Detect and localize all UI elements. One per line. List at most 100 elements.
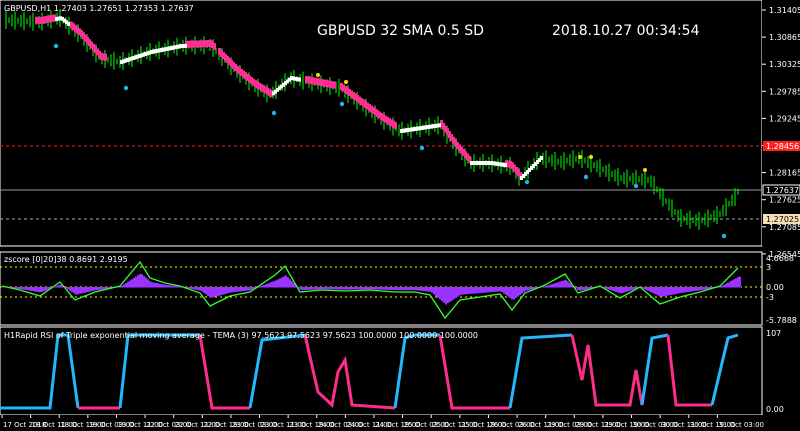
zscore-bar: [697, 287, 699, 291]
zscore-bar: [301, 287, 303, 291]
zscore-bar: [335, 287, 337, 290]
zscore-bar: [305, 287, 307, 290]
zscore-bar: [499, 287, 501, 292]
price-panel[interactable]: GBPUSD,H1 1.27403 1.27651 1.27353 1.2763…: [0, 0, 763, 247]
zscore-bar: [299, 287, 301, 290]
zscore-bar: [529, 287, 531, 290]
yellow-signal-dot: [316, 73, 320, 77]
zscore-bar: [407, 287, 409, 291]
zscore-bar: [653, 287, 655, 294]
zscore-bar: [211, 287, 213, 298]
zscore-bar: [405, 287, 407, 291]
zscore-bar: [525, 287, 527, 291]
zscore-bar: [399, 287, 401, 291]
zscore-bar: [175, 285, 177, 288]
sma-band-segment: [333, 81, 336, 89]
zscore-bar: [167, 285, 169, 288]
zscore-bar: [681, 287, 683, 293]
zscore-bar: [121, 285, 123, 288]
zscore-bar: [97, 287, 99, 290]
zscore-bar: [73, 287, 75, 294]
zscore-bar: [79, 287, 81, 294]
zscore-bar: [427, 287, 429, 292]
rsi-scale[interactable]: 107 0.00: [766, 329, 784, 414]
price-marker-red: 1.28456: [763, 141, 800, 151]
zscore-bar: [249, 287, 251, 291]
zscore-bar: [545, 285, 547, 288]
zscore-bar: [425, 287, 427, 292]
zscore-bar: [565, 279, 567, 288]
zscore-bar: [383, 287, 385, 290]
zscore-bar: [309, 287, 311, 290]
zscore-tick-label: 3: [766, 263, 771, 272]
zscore-bar: [31, 287, 33, 291]
zscore-bar: [261, 285, 263, 288]
zscore-bar: [519, 287, 521, 296]
price-tick-label: 1.30325: [769, 60, 800, 69]
zscore-bar: [55, 286, 57, 288]
zscore-bar: [417, 287, 419, 291]
zscore-bar: [695, 287, 697, 291]
zscore-bar: [649, 287, 651, 292]
zscore-bar: [203, 287, 205, 293]
zscore-bar: [611, 287, 613, 291]
zscore-bar: [455, 287, 457, 298]
zscore-bar: [239, 287, 241, 292]
zscore-bar: [215, 287, 217, 297]
zscore-bar: [147, 279, 149, 288]
zscore-bar: [661, 287, 663, 297]
zscore-bar: [389, 287, 391, 290]
zscore-bar: [581, 287, 583, 291]
zscore-bar: [481, 287, 483, 293]
zscore-bar: [411, 287, 413, 291]
trading-chart-window[interactable]: GBPUSD,H1 1.27403 1.27651 1.27353 1.2763…: [0, 0, 800, 431]
zscore-bar: [361, 287, 363, 290]
zscore-bar: [307, 287, 309, 290]
yellow-signal-dot: [589, 155, 593, 159]
zscore-bar: [221, 287, 223, 295]
zscore-bar: [627, 287, 629, 292]
zscore-bar: [21, 287, 23, 290]
zscore-bar: [665, 287, 667, 296]
zscore-bar: [511, 287, 513, 300]
zscore-bar: [243, 287, 245, 292]
zscore-bar: [271, 281, 273, 288]
zscore-bar: [77, 287, 79, 295]
zscore-bar: [439, 287, 441, 300]
zscore-bar: [69, 287, 71, 291]
rsi-label: H1Rapid RSI of Triple exponential moving…: [4, 331, 478, 340]
zscore-bar: [145, 277, 147, 288]
zscore-bar: [225, 287, 227, 294]
zscore-panel[interactable]: zscore [0|20]38 0.8691 2.9195: [0, 251, 763, 326]
zscore-bar: [237, 287, 239, 292]
zscore-bar: [447, 287, 449, 304]
zscore-bar: [231, 287, 233, 293]
zscore-bar: [721, 285, 723, 288]
zscore-bar: [351, 287, 353, 290]
zscore-bar: [161, 284, 163, 288]
rsi-panel[interactable]: H1Rapid RSI of Triple exponential moving…: [0, 326, 763, 416]
zscore-bar: [241, 287, 243, 292]
blue-signal-dot: [524, 179, 530, 185]
zscore-bar: [41, 287, 43, 293]
price-tick-label: 1.29785: [769, 87, 800, 96]
zscore-bar: [81, 287, 83, 294]
zscore-scale[interactable]: 4.66683 0.00-3 -5.7888: [766, 254, 797, 325]
zscore-bar: [229, 287, 231, 293]
zscore-bar: [209, 287, 211, 298]
zscore-bar: [317, 287, 319, 290]
overlay-title: GBPUSD 32 SMA 0.5 SD: [317, 23, 484, 39]
zscore-bar: [153, 282, 155, 288]
zscore-bar: [503, 287, 505, 294]
rsi-tick-label: 107: [766, 329, 781, 338]
rsi-tick-label: 0.00: [766, 405, 784, 414]
zscore-bar: [155, 282, 157, 288]
price-tick-label: 1.31405: [769, 6, 800, 15]
time-axis[interactable]: 17 Oct 201818 Oct 11:0018 Oct 19:0019 Oc…: [0, 415, 800, 431]
zscore-bar: [37, 287, 39, 292]
zscore-bar: [549, 284, 551, 288]
zscore-bar: [67, 287, 69, 290]
blue-signal-dot: [271, 110, 277, 116]
zscore-bar: [353, 287, 355, 290]
blue-signal-dot: [583, 174, 589, 180]
